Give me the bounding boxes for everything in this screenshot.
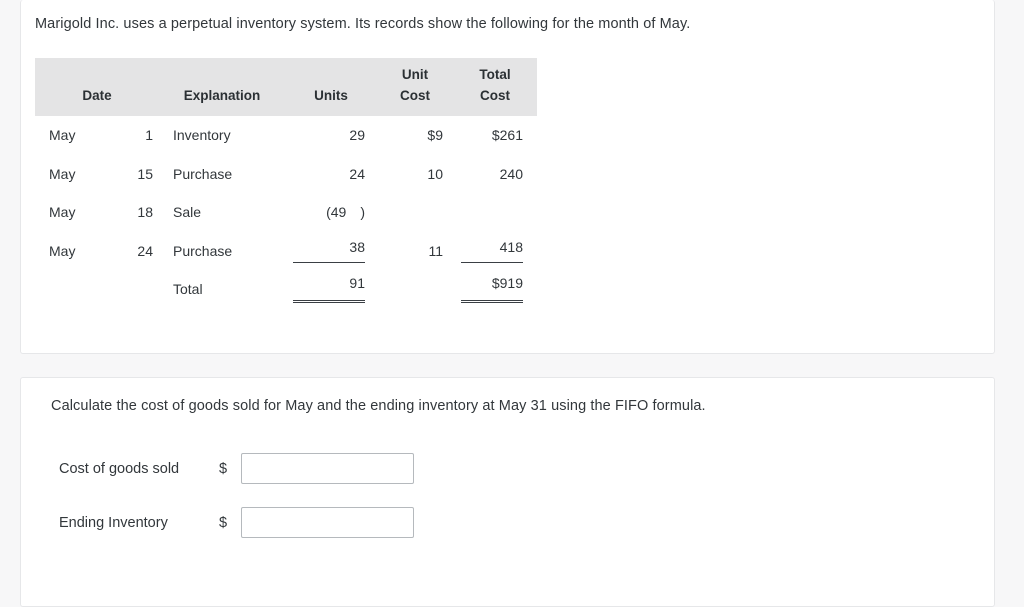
table-row: May 15 Purchase 24 10 240 [35,155,537,194]
column-header-date-label: Date [82,88,112,104]
cell-unit-cost: $9 [427,127,443,144]
cost-of-goods-sold-input[interactable] [241,453,414,484]
label-cost-of-goods-sold: Cost of goods sold [59,460,180,477]
currency-symbol-cost-of-goods-sold: $ [219,460,228,477]
question-intro-text: Marigold Inc. uses a perpetual inventory… [35,16,691,32]
cell-units: 29 [349,127,365,144]
cell-total-cost-total: $919 [453,270,537,309]
table-row: May 18 Sale (49) [35,193,537,232]
inventory-table-head: Date Explanation Units Unit Cost Total Cos… [35,58,537,116]
cell-day: 24 [137,242,153,259]
inventory-table-body: May 1 Inventory 29 $9 $261 May 15 Purcha… [35,116,537,309]
ending-inventory-input[interactable] [241,507,414,538]
cell-month: May [49,242,76,259]
cell-total-cost-total-value: $919 [461,275,523,304]
column-header-unit-cost-label: Unit Cost [377,65,453,116]
cell-explanation: Purchase [173,165,233,182]
cell-unit-cost [377,193,453,232]
cell-month [35,270,99,309]
column-header-total-cost: Total Cost [453,58,537,116]
cell-unit-cost: 11 [428,242,443,259]
cell-day [99,270,159,309]
table-row: May 1 Inventory 29 $9 $261 [35,116,537,155]
currency-symbol-ending-inventory: $ [219,514,228,531]
answer-row-cost-of-goods-sold: Cost of goods sold $ [59,453,414,484]
cell-day: 1 [145,127,153,144]
cell-units: (49) [285,193,377,232]
cell-explanation: Sale [173,204,202,221]
column-header-explanation-label: Explanation [183,88,261,104]
column-header-unit-cost-line1: Unit [401,67,429,83]
cell-total-cost [453,193,537,232]
column-header-date: Date [35,58,159,116]
column-header-units-label: Units [314,88,348,104]
cell-total-cost-value: 418 [461,239,523,263]
answer-card: Calculate the cost of goods sold for May… [20,377,995,607]
column-header-total-cost-line2: Cost [480,88,510,104]
cell-month: May [49,127,76,144]
cell-units-total: 91 [285,270,377,309]
column-header-unit-cost-line2: Cost [400,88,430,104]
cell-total-cost: $261 [491,127,523,144]
column-header-units: Units [285,58,377,116]
cell-total-cost: 240 [499,165,523,182]
calculation-instruction-text: Calculate the cost of goods sold for May… [51,398,706,414]
column-header-total-cost-line1: Total [479,67,511,83]
cell-explanation: Purchase [173,242,233,259]
page-root: Marigold Inc. uses a perpetual inventory… [0,0,1024,607]
cell-units-parenthesized: (49) [326,204,365,220]
cell-day: 18 [137,204,153,221]
cell-explanation-total: Total [173,281,203,298]
cell-explanation: Inventory [173,127,231,144]
column-header-unit-cost: Unit Cost [377,58,453,116]
cell-units-open: (49 [326,204,347,221]
inventory-table: Date Explanation Units Unit Cost Total Cos… [35,58,537,309]
table-row: May 24 Purchase 38 11 418 [35,232,537,271]
cell-units-value: 38 [293,239,365,263]
table-total-row: Total 91 $919 [35,270,537,309]
label-ending-inventory: Ending Inventory [59,514,168,531]
cell-units-close: ) [360,204,365,221]
cell-total-cost: 418 [453,232,537,271]
answer-row-ending-inventory: Ending Inventory $ [59,507,414,538]
cell-day: 15 [137,165,153,182]
cell-unit-cost-total [377,270,453,309]
column-header-total-cost-label: Total Cost [453,65,537,116]
cell-unit-cost: 10 [427,165,443,182]
cell-units: 38 [285,232,377,271]
question-card: Marigold Inc. uses a perpetual inventory… [20,0,995,354]
table-header-row: Date Explanation Units Unit Cost Total Cos… [35,58,537,116]
cell-units: 24 [349,165,365,182]
cell-month: May [49,204,76,221]
cell-month: May [49,165,76,182]
cell-units-total-value: 91 [293,275,365,304]
column-header-explanation: Explanation [159,58,285,116]
